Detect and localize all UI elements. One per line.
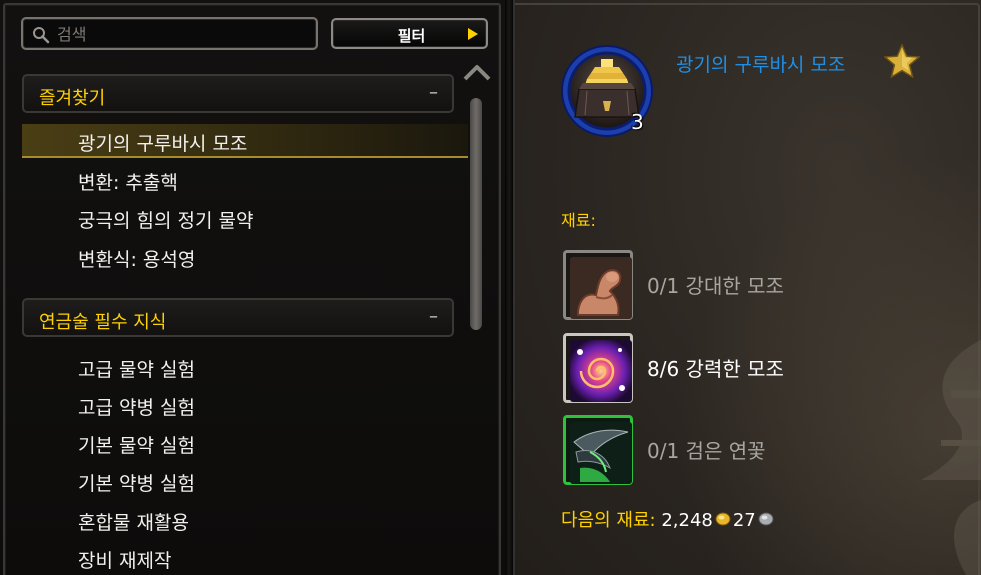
recipe-item-label: 광기의 구루바시 모조 — [78, 133, 248, 155]
recipe-item-label: 궁극의 힘의 정기 물약 — [78, 210, 254, 232]
search-box[interactable] — [21, 17, 318, 50]
black-lotus-blade-icon — [570, 422, 632, 484]
collapse-icon[interactable]: – — [429, 82, 438, 103]
category-label: 연금술 필수 지식 — [39, 312, 167, 333]
gold-coin-icon — [715, 512, 731, 526]
reagent-icon-frame — [563, 415, 633, 485]
favorite-star-icon[interactable] — [884, 44, 920, 78]
recipe-item-label: 고급 물약 실험 — [78, 359, 195, 381]
reagent-text: 8/6 강력한 모조 — [647, 357, 784, 381]
triangle-right-icon — [468, 28, 478, 40]
recipe-list-panel: 필터 즐겨찾기 – 광기의 구루바시 모조 변환: 추출핵 궁극의 힘의 정기 … — [0, 0, 505, 575]
recipe-item[interactable]: 혼합물 재활용 — [22, 503, 468, 537]
gold-amount: 2,248 — [661, 510, 713, 531]
next-cost-label: 다음의 재료: — [561, 510, 656, 531]
powerful-mojo-swirl-icon — [570, 340, 632, 402]
category-header-alchemy-essentials[interactable]: 연금술 필수 지식 – — [22, 298, 454, 337]
recipe-item[interactable]: 장비 재제작 — [22, 541, 468, 575]
scrollbar-thumb[interactable] — [470, 98, 482, 330]
recipe-craft-count: 3 — [631, 110, 644, 134]
filter-button-label: 필터 — [397, 27, 426, 45]
next-reagent-cost: 다음의 재료: 2,248 27 — [561, 506, 776, 532]
filter-button[interactable]: 필터 — [331, 18, 488, 49]
panel-divider — [505, 0, 513, 575]
reagent-row[interactable]: 8/6 강력한 모조 — [563, 333, 963, 405]
recipe-item-selected[interactable]: 광기의 구루바시 모조 — [22, 124, 468, 158]
reagent-icon-frame — [563, 333, 633, 403]
search-icon — [33, 27, 50, 44]
mighty-mojo-flexed-arm-icon — [570, 257, 632, 319]
recipe-item[interactable]: 고급 물약 실험 — [22, 350, 468, 384]
recipe-item[interactable]: 궁극의 힘의 정기 물약 — [22, 201, 468, 235]
scroll-up-arrow-icon[interactable] — [462, 62, 492, 82]
reagents-label: 재료: — [561, 211, 596, 230]
recipe-item[interactable]: 기본 약병 실험 — [22, 464, 468, 498]
category-header-favorites[interactable]: 즐겨찾기 – — [22, 74, 454, 113]
recipe-item[interactable]: 변환식: 용석영 — [22, 240, 468, 274]
recipe-item-label: 기본 물약 실험 — [78, 435, 195, 457]
reagent-icon-frame — [563, 250, 633, 320]
recipe-item[interactable]: 기본 물약 실험 — [22, 426, 468, 460]
reagent-text: 0/1 강대한 모조 — [647, 274, 784, 298]
recipe-item[interactable]: 고급 약병 실험 — [22, 388, 468, 422]
silver-amount: 27 — [732, 510, 756, 531]
recipe-item-label: 혼합물 재활용 — [78, 512, 189, 534]
recipe-item-label: 기본 약병 실험 — [78, 473, 195, 495]
recipe-item-label: 변환: 추출핵 — [78, 172, 178, 194]
silver-coin-icon — [758, 512, 774, 526]
recipe-detail-panel: 3 광기의 구루바시 모조 재료: 0/1 강대한 모조 8/6 강력한 모조 … — [513, 0, 981, 575]
recipe-item[interactable]: 변환: 추출핵 — [22, 163, 468, 197]
recipe-item-label: 고급 약병 실험 — [78, 397, 195, 419]
category-label: 즐겨찾기 — [39, 88, 106, 109]
reagent-row[interactable]: 0/1 강대한 모조 — [563, 250, 963, 322]
recipe-item-label: 장비 재제작 — [78, 550, 172, 572]
recipe-title[interactable]: 광기의 구루바시 모조 — [676, 50, 845, 77]
reagent-text: 0/1 검은 연꽃 — [647, 439, 766, 463]
recipe-item-label: 변환식: 용석영 — [78, 249, 196, 271]
search-input[interactable] — [57, 23, 307, 45]
collapse-icon[interactable]: – — [429, 306, 438, 327]
reagent-row[interactable]: 0/1 검은 연꽃 — [563, 415, 963, 487]
